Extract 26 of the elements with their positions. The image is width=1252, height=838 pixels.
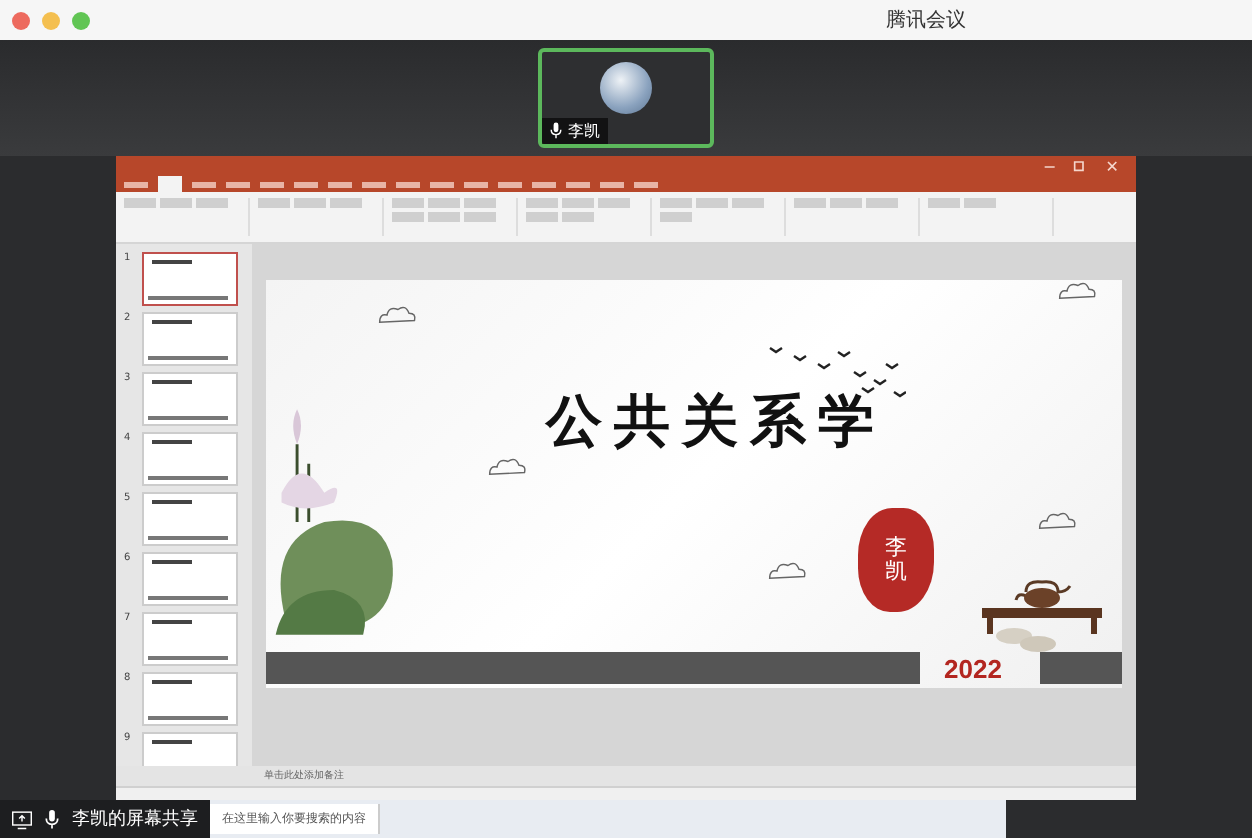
participant-name: 李凯: [568, 120, 600, 142]
footer-bar: [1040, 652, 1122, 684]
cloud-drawing: [1036, 510, 1080, 532]
seal-text: 李凯: [885, 535, 907, 585]
microphone-icon: [550, 122, 562, 140]
slide-thumbnail[interactable]: [142, 432, 238, 486]
participant-tile[interactable]: 李凯: [538, 48, 714, 148]
close-button[interactable]: [12, 11, 30, 29]
cloud-drawing: [486, 456, 530, 478]
share-label: 李凯的屏幕共享: [72, 807, 198, 832]
slide-thumbnail[interactable]: [142, 552, 238, 606]
slide-thumbnail[interactable]: [142, 612, 238, 666]
slide-thumbnail[interactable]: [142, 252, 238, 306]
slide-thumbnail[interactable]: [142, 312, 238, 366]
slide-thumbnail[interactable]: [142, 672, 238, 726]
screen-icon: [12, 809, 32, 829]
slide-thumbnail[interactable]: [142, 372, 238, 426]
cloud-drawing: [376, 304, 420, 326]
cloud-drawing: [766, 560, 810, 582]
slide-title: 公共关系学: [546, 386, 886, 458]
window-title: 腾讯会议: [886, 7, 966, 34]
microphone-icon: [42, 809, 62, 829]
slide-year: 2022: [944, 653, 1002, 683]
cloud-drawing: [1056, 280, 1100, 302]
slide-thumbnail[interactable]: [142, 492, 238, 546]
avatar-circle: [600, 62, 652, 114]
